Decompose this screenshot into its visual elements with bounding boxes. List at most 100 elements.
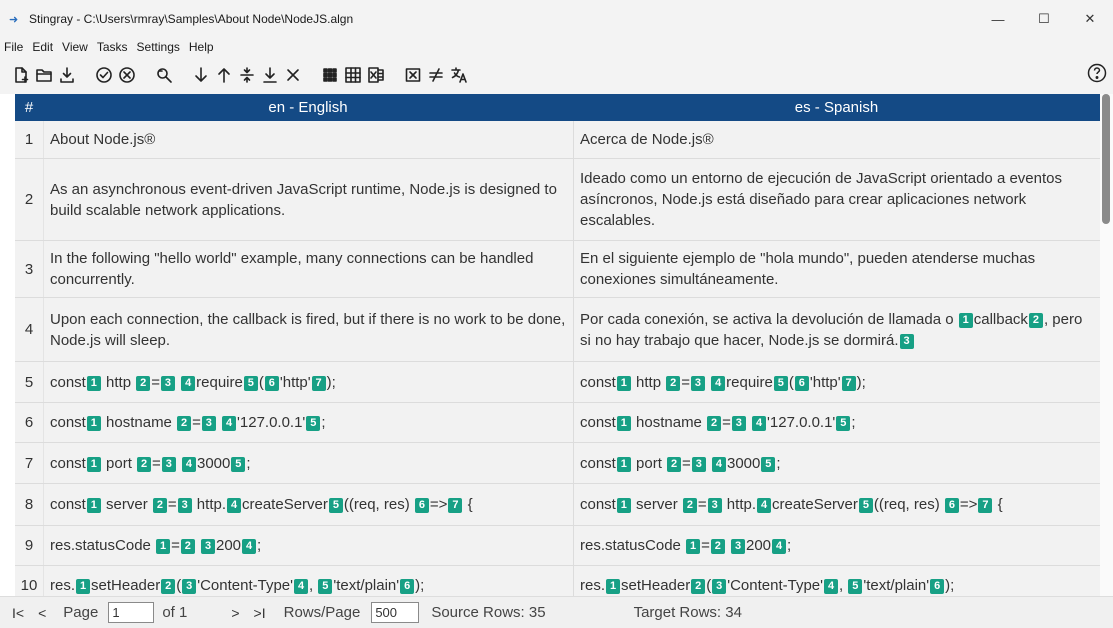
inline-tag[interactable]: 1 xyxy=(958,312,973,328)
grid-view-icon[interactable] xyxy=(319,63,341,87)
inline-tag[interactable]: 6 xyxy=(264,375,279,391)
inline-tag[interactable]: 3 xyxy=(731,416,746,431)
inline-tag[interactable]: 1 xyxy=(616,498,631,513)
close-button[interactable]: ✕ xyxy=(1067,0,1113,38)
prev-page-button[interactable]: < xyxy=(38,605,46,621)
table-row[interactable]: 4 Upon each connection, the callback is f… xyxy=(15,298,1100,362)
source-cell[interactable]: const 1 port 2 = 3 4 3000 5; xyxy=(43,443,573,483)
inline-tag[interactable]: 1 xyxy=(86,456,101,472)
inline-tag[interactable]: 2 xyxy=(136,375,151,391)
table-row[interactable]: 2 As an asynchronous event-driven JavaScr… xyxy=(15,159,1100,241)
clear-tags-icon[interactable] xyxy=(402,63,424,87)
target-cell[interactable]: const 1 server 2 = 3 http. 4 createServer 5 ((r… xyxy=(573,484,1100,525)
inline-tag[interactable]: 2 xyxy=(707,416,722,431)
rows-per-page-input[interactable] xyxy=(371,602,420,623)
inline-tag[interactable]: 1 xyxy=(86,416,101,431)
target-cell[interactable]: res.statusCode 1 = 2 3 200 4; xyxy=(573,526,1100,565)
inline-tag[interactable]: 5 xyxy=(858,498,873,513)
inline-tag[interactable]: 1 xyxy=(76,579,91,594)
inline-tag[interactable]: 4 xyxy=(757,498,771,513)
inline-tag[interactable]: 5 xyxy=(243,375,258,391)
inline-tag[interactable]: 6 xyxy=(930,579,945,594)
table-row[interactable]: 3 In the following "hello world" example,… xyxy=(15,241,1100,298)
source-cell[interactable]: About Node.js® xyxy=(43,121,573,158)
inline-tag[interactable]: 1 xyxy=(86,375,101,391)
maximize-button[interactable]: ☐ xyxy=(1021,0,1067,38)
inline-tag[interactable]: 3 xyxy=(201,416,216,431)
split-icon[interactable] xyxy=(236,63,258,87)
source-cell[interactable]: In the following "hello world" example, … xyxy=(43,241,573,297)
inline-tag[interactable]: 4 xyxy=(181,375,196,391)
inline-tag[interactable]: 3 xyxy=(177,498,192,513)
inline-tag[interactable]: 5 xyxy=(761,456,776,472)
table-view-icon[interactable] xyxy=(342,63,364,87)
inline-tag[interactable]: 1 xyxy=(86,498,101,513)
inline-tag[interactable]: 1 xyxy=(616,416,631,431)
inline-tag[interactable]: 7 xyxy=(311,375,326,391)
inline-tag[interactable]: 3 xyxy=(731,539,745,554)
inline-tag[interactable]: 5 xyxy=(328,498,343,513)
source-cell[interactable]: res. 1 setHeader 2(3 'Content-Type' 4, 5'text… xyxy=(43,566,573,596)
target-cell[interactable]: Acerca de Node.js® xyxy=(573,121,1100,158)
inline-tag[interactable]: 5 xyxy=(773,375,788,391)
target-cell[interactable]: Ideado como un entorno de ejecución de J… xyxy=(573,159,1100,240)
inline-tag[interactable]: 4 xyxy=(181,456,196,472)
move-down-icon[interactable] xyxy=(190,63,212,87)
table-row[interactable]: 10 res. 1 setHeader 2(3 'Content-Type' 4, 5'te… xyxy=(15,566,1100,596)
inline-tag[interactable]: 2 xyxy=(152,498,167,513)
merge-icon[interactable] xyxy=(259,63,281,87)
inline-tag[interactable]: 7 xyxy=(448,498,463,513)
inline-tag[interactable]: 1 xyxy=(606,579,621,594)
menu-help[interactable]: Help xyxy=(189,40,214,54)
first-page-button[interactable]: I< xyxy=(12,605,24,621)
inline-tag[interactable]: 5 xyxy=(848,579,863,594)
source-cell[interactable]: const 1 server 2 = 3 http. 4 createServer 5 ((r… xyxy=(43,484,573,525)
table-row[interactable]: 1 About Node.js® Acerca de Node.js® xyxy=(15,121,1100,159)
inline-tag[interactable]: 5 xyxy=(318,579,333,594)
vertical-scrollbar[interactable] xyxy=(1100,94,1113,596)
excel-icon[interactable] xyxy=(365,63,387,87)
target-cell[interactable]: const 1 port 2 = 3 4 3000 5; xyxy=(573,443,1100,483)
open-folder-icon[interactable] xyxy=(33,63,55,87)
minimize-button[interactable]: — xyxy=(975,0,1021,38)
inline-tag[interactable]: 4 xyxy=(294,579,309,594)
col-header-number[interactable]: # xyxy=(15,99,43,116)
menu-file[interactable]: File xyxy=(4,40,23,54)
inline-tag[interactable]: 4 xyxy=(711,456,726,472)
move-up-icon[interactable] xyxy=(213,63,235,87)
inline-tag[interactable]: 2 xyxy=(691,579,706,594)
target-cell[interactable]: En el siguiente ejemplo de "hola mundo",… xyxy=(573,241,1100,297)
inline-tag[interactable]: 3 xyxy=(690,375,705,391)
source-cell[interactable]: res.statusCode 1 = 2 3 200 4; xyxy=(43,526,573,565)
inline-tag[interactable]: 6 xyxy=(400,579,415,594)
inline-tag[interactable]: 6 xyxy=(414,498,429,513)
inline-tag[interactable]: 3 xyxy=(691,456,706,472)
col-header-target[interactable]: es - Spanish xyxy=(573,99,1100,116)
inline-tag[interactable]: 3 xyxy=(707,498,722,513)
target-cell[interactable]: res. 1 setHeader 2(3 'Content-Type' 4, 5'text… xyxy=(573,566,1100,596)
inline-tag[interactable]: 3 xyxy=(201,539,215,554)
search-replace-icon[interactable] xyxy=(153,63,175,87)
not-equal-icon[interactable] xyxy=(425,63,447,87)
inline-tag[interactable]: 4 xyxy=(711,375,726,391)
inline-tag[interactable]: 2 xyxy=(682,498,697,513)
inline-tag[interactable]: 1 xyxy=(156,539,171,554)
source-cell[interactable]: As an asynchronous event-driven JavaScri… xyxy=(43,159,573,240)
inline-tag[interactable]: 3 xyxy=(182,579,197,594)
inline-tag[interactable]: 7 xyxy=(841,375,856,391)
inline-tag[interactable]: 2 xyxy=(710,539,725,554)
menu-view[interactable]: View xyxy=(62,40,88,54)
inline-tag[interactable]: 1 xyxy=(616,375,631,391)
table-row[interactable]: 5 const 1 http 2 = 3 4 require 5(6'http' 7); con… xyxy=(15,362,1100,403)
menu-tasks[interactable]: Tasks xyxy=(97,40,128,54)
inline-tag[interactable]: 2 xyxy=(137,456,152,472)
inline-tag[interactable]: 2 xyxy=(161,579,176,594)
inline-tag[interactable]: 3 xyxy=(161,456,176,472)
inline-tag[interactable]: 2 xyxy=(666,375,681,391)
scrollbar-thumb[interactable] xyxy=(1102,94,1110,224)
inline-tag[interactable]: 6 xyxy=(944,498,959,513)
new-file-icon[interactable] xyxy=(10,63,32,87)
target-cell[interactable]: Por cada conexión, se activa la devoluci… xyxy=(573,298,1100,361)
save-icon[interactable] xyxy=(56,63,78,87)
table-row[interactable]: 7 const 1 port 2 = 3 4 3000 5; const 1 port 2 = 3 … xyxy=(15,443,1100,484)
